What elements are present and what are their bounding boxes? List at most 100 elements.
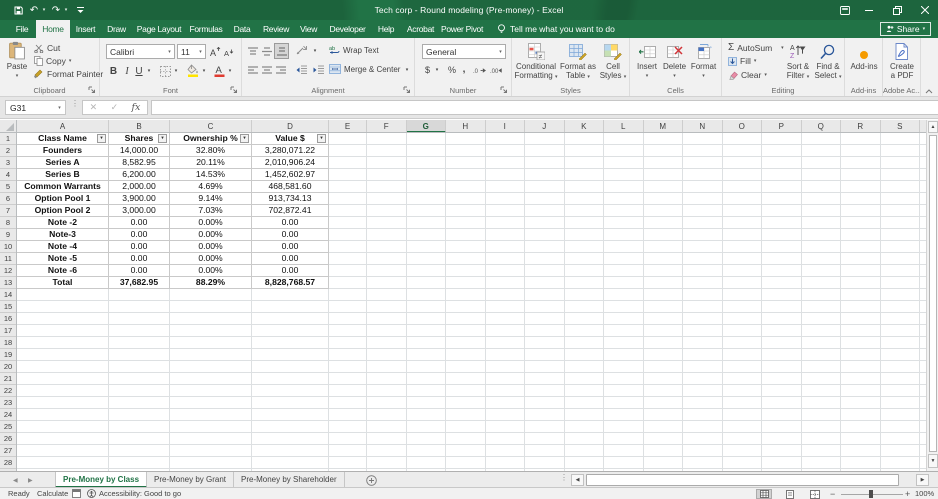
table-cell[interactable]: 32.80% xyxy=(170,145,252,157)
table-cell[interactable]: Founders xyxy=(17,145,109,157)
number-format-combo[interactable]: General▾ xyxy=(422,44,506,59)
ribbon-tab-draw[interactable]: Draw xyxy=(107,20,126,38)
merge-center-dropdown-icon[interactable]: ▾ xyxy=(403,64,411,76)
zoom-in-icon[interactable]: + xyxy=(905,488,910,499)
table-cell[interactable]: 0.00 xyxy=(252,229,329,241)
row-header-27[interactable]: 27 xyxy=(0,445,16,457)
column-header-C[interactable]: C xyxy=(170,120,252,133)
next-sheet-icon[interactable]: ▶ xyxy=(28,472,33,488)
row-header-4[interactable]: 4 xyxy=(0,169,16,181)
cancel-icon[interactable]: ✕ xyxy=(90,102,98,113)
table-cell[interactable]: 0.00% xyxy=(170,265,252,277)
enter-icon[interactable]: ✓ xyxy=(111,102,119,113)
accessibility-status[interactable]: Accessibility: Good to go xyxy=(87,488,181,499)
table-cell[interactable]: 2,010,906.24 xyxy=(252,157,329,169)
conditional-formatting-dropdown-icon[interactable]: ▾ xyxy=(555,74,558,80)
column-header-J[interactable]: J xyxy=(525,120,565,133)
table-cell[interactable]: Common Warrants xyxy=(17,181,109,193)
table-cell[interactable]: 0.00% xyxy=(170,253,252,265)
tell-me-box[interactable]: Tell me what you want to do xyxy=(497,20,615,38)
top-align-icon[interactable] xyxy=(246,44,260,58)
filter-dropdown-icon[interactable]: ▾ xyxy=(317,134,326,143)
row-header-7[interactable]: 7 xyxy=(0,205,16,217)
ribbon-display-options-icon[interactable] xyxy=(838,0,852,20)
table-cell[interactable]: 37,682.95 xyxy=(109,277,170,289)
minimize-button[interactable] xyxy=(862,0,876,20)
table-cell[interactable]: Note-3 xyxy=(17,229,109,241)
column-header-S[interactable]: S xyxy=(881,120,921,133)
row-header-6[interactable]: 6 xyxy=(0,193,16,205)
row-header-13[interactable]: 13 xyxy=(0,277,16,289)
sheet-tab-pre-money-by-grant[interactable]: Pre-Money by Grant xyxy=(147,472,234,487)
row-header-28[interactable]: 28 xyxy=(0,457,16,469)
clipboard-dialog-launcher-icon[interactable] xyxy=(88,86,96,94)
restore-button[interactable] xyxy=(890,0,904,20)
paste-button[interactable]: Paste ▾ xyxy=(4,41,30,81)
vertical-scrollbar[interactable]: ▲ ▼ xyxy=(926,120,938,471)
middle-align-icon[interactable] xyxy=(260,44,274,58)
column-header-H[interactable]: H xyxy=(446,120,486,133)
format-as-table-dropdown-icon[interactable]: ▾ xyxy=(587,74,590,80)
font-color-icon[interactable]: A xyxy=(213,63,226,78)
copy-dropdown-icon[interactable]: ▾ xyxy=(69,58,72,64)
column-header-Q[interactable]: Q xyxy=(802,120,842,133)
collapse-ribbon-icon[interactable] xyxy=(922,85,936,97)
table-cell[interactable]: 3,900.00 xyxy=(109,193,170,205)
table-cell[interactable]: 0.00% xyxy=(170,217,252,229)
conditional-formatting-button[interactable]: ≠ Conditional Formatting ▾ xyxy=(512,41,560,82)
table-cell[interactable]: 8,828,768.57 xyxy=(252,277,329,289)
table-cell[interactable]: 0.00 xyxy=(109,229,170,241)
column-header-M[interactable]: M xyxy=(644,120,684,133)
scroll-down-icon[interactable]: ▼ xyxy=(928,454,938,468)
format-cells-button[interactable]: Format ▾ xyxy=(689,41,718,81)
row-header-20[interactable]: 20 xyxy=(0,361,16,373)
row-header-3[interactable]: 3 xyxy=(0,157,16,169)
select-all-corner[interactable] xyxy=(0,120,17,133)
orientation-dropdown-icon[interactable]: ▾ xyxy=(311,44,319,58)
underline-dropdown-icon[interactable]: ▾ xyxy=(145,64,153,78)
status-calculate[interactable]: Calculate xyxy=(37,488,68,499)
table-cell[interactable]: Total xyxy=(17,277,109,289)
fill-color-dropdown-icon[interactable]: ▾ xyxy=(200,64,208,78)
format-painter-button[interactable]: Format Painter xyxy=(34,69,103,79)
zoom-slider-thumb[interactable] xyxy=(869,490,873,498)
table-cell[interactable]: 0.00 xyxy=(252,265,329,277)
column-header-E[interactable]: E xyxy=(329,120,367,133)
column-header-N[interactable]: N xyxy=(683,120,723,133)
autosum-button[interactable]: Σ AutoSum ▾ xyxy=(728,42,784,53)
decrease-font-size-icon[interactable]: A xyxy=(222,44,235,59)
table-cell[interactable]: 6,200.00 xyxy=(109,169,170,181)
row-header-9[interactable]: 9 xyxy=(0,229,16,241)
formula-input[interactable] xyxy=(151,100,938,115)
sheet-tab-pre-money-by-shareholder[interactable]: Pre-Money by Shareholder xyxy=(234,472,345,487)
row-header-10[interactable]: 10 xyxy=(0,241,16,253)
close-button[interactable] xyxy=(918,0,932,20)
column-header-D[interactable]: D xyxy=(252,120,329,133)
font-size-combo[interactable]: 11▾ xyxy=(177,44,206,59)
italic-button[interactable]: I xyxy=(122,64,132,78)
comma-style-icon[interactable]: , xyxy=(460,62,468,76)
cell-styles-button[interactable]: Cell Styles ▾ xyxy=(598,41,628,82)
ribbon-tab-developer[interactable]: Developer xyxy=(329,20,365,38)
row-header-12[interactable]: 12 xyxy=(0,265,16,277)
accounting-format-icon[interactable]: $ xyxy=(422,63,433,77)
table-cell[interactable]: 0.00% xyxy=(170,241,252,253)
insert-cells-dropdown-icon[interactable]: ▾ xyxy=(646,72,649,81)
format-cells-dropdown-icon[interactable]: ▾ xyxy=(702,72,705,81)
ribbon-tab-power-pivot[interactable]: Power Pivot xyxy=(441,20,483,38)
column-header-G[interactable]: G xyxy=(407,120,447,133)
table-cell[interactable]: Note -2 xyxy=(17,217,109,229)
align-center-icon[interactable] xyxy=(260,63,274,77)
name-box-dropdown-icon[interactable]: ▾ xyxy=(54,105,65,111)
sort-filter-button[interactable]: AZ Sort & Filter ▾ xyxy=(784,41,812,82)
scroll-up-icon[interactable]: ▲ xyxy=(928,121,938,133)
row-header-21[interactable]: 21 xyxy=(0,373,16,385)
increase-indent-icon[interactable] xyxy=(311,63,326,77)
column-header-A[interactable]: A xyxy=(17,120,109,133)
table-cell[interactable]: 8,582.95 xyxy=(109,157,170,169)
table-header-cell[interactable]: Class Name▾ xyxy=(17,133,109,145)
decrease-indent-icon[interactable] xyxy=(294,63,309,77)
underline-button[interactable]: U xyxy=(134,64,144,78)
sort-filter-dropdown-icon[interactable]: ▾ xyxy=(807,74,810,80)
ribbon-tab-home[interactable]: Home xyxy=(42,20,63,38)
